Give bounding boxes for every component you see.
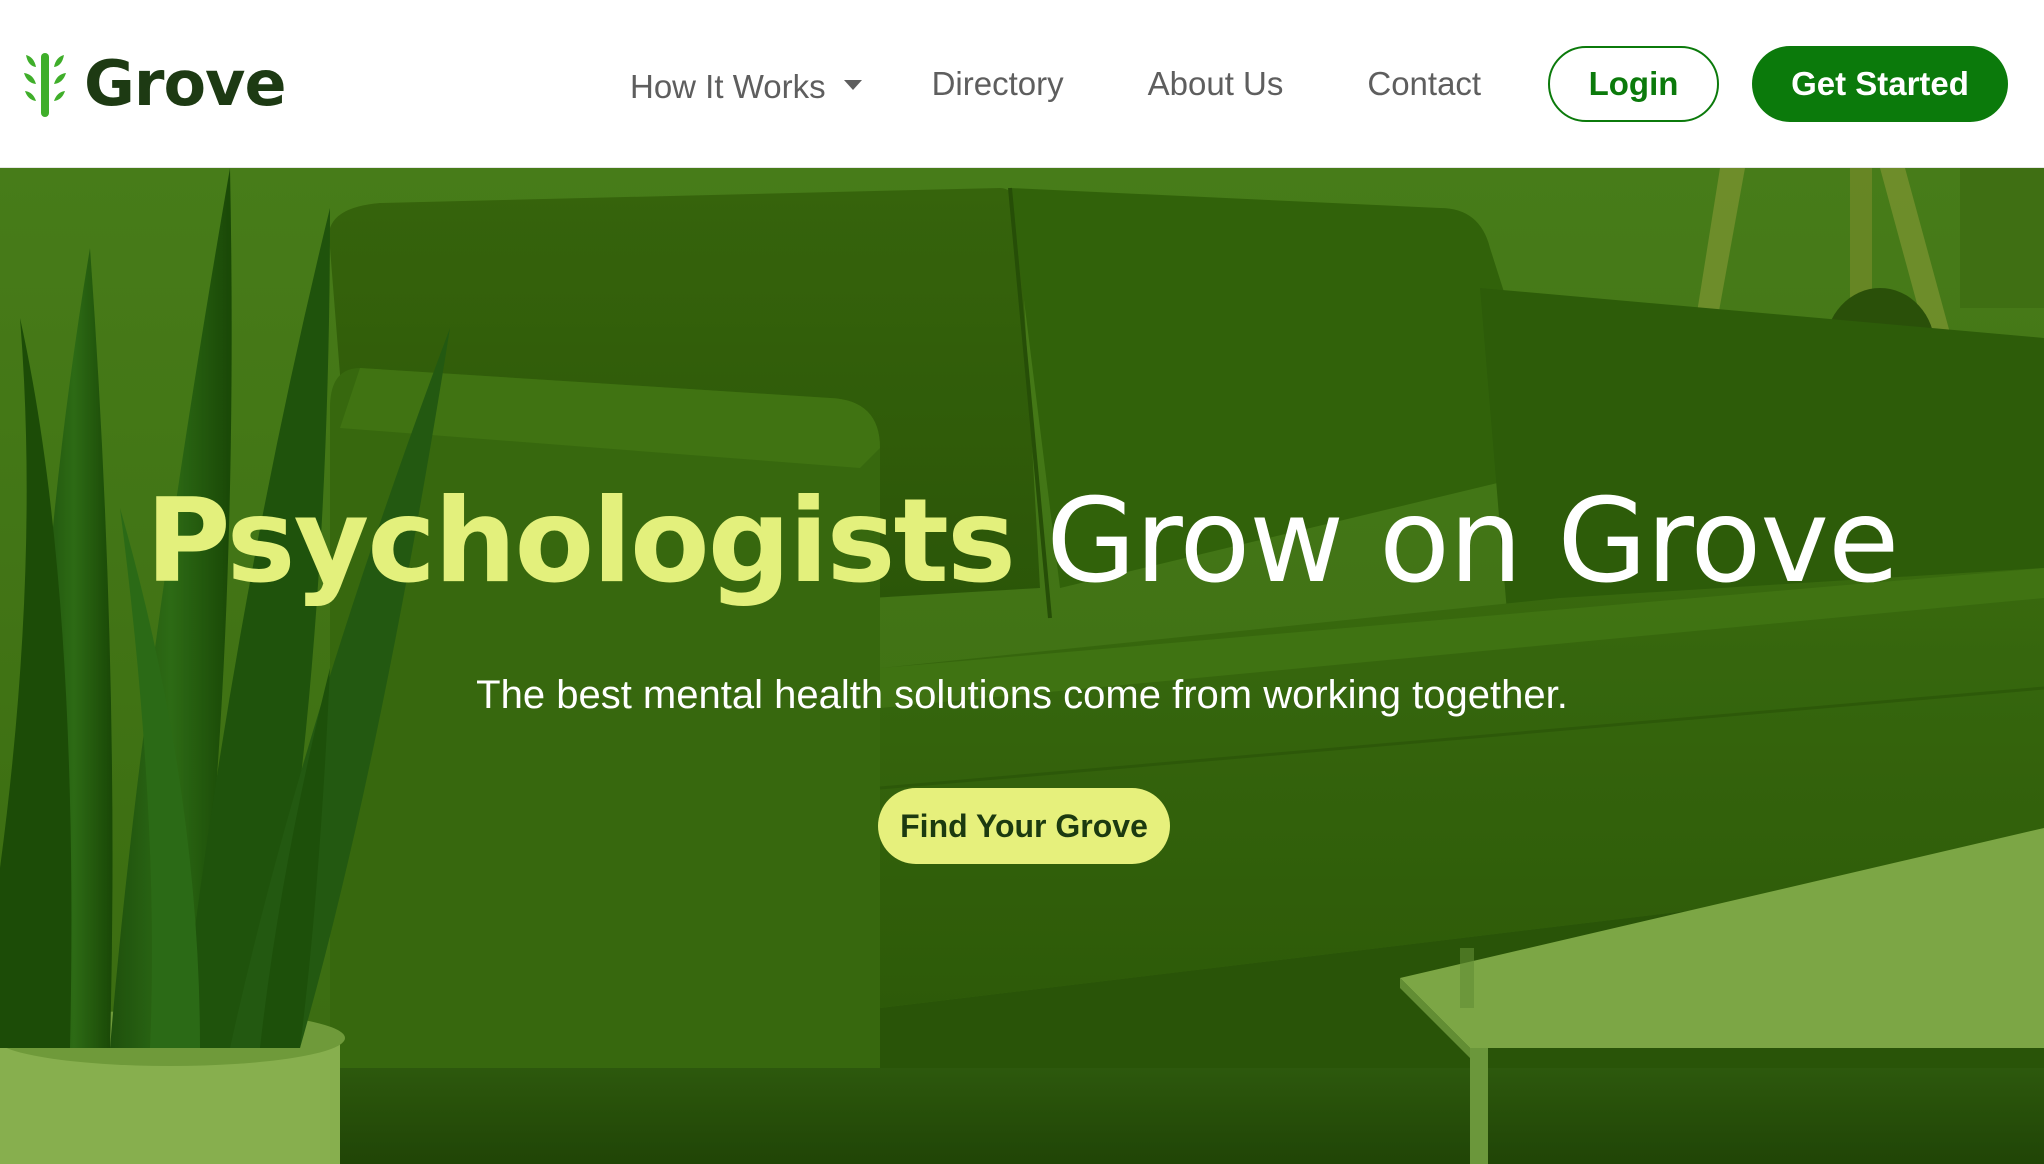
hero-subtitle: The best mental health solutions come fr… [476, 673, 1568, 717]
nav-contact[interactable]: Contact [1367, 65, 1481, 103]
hero-title-accent: Psychologists [145, 474, 1016, 609]
nav-how-it-works[interactable]: How It Works [630, 62, 862, 106]
nav-how-it-works-label: How It Works [630, 68, 826, 105]
hero-section: Psychologists Grow on Grove The best men… [0, 168, 2044, 1164]
nav-about-us[interactable]: About Us [1148, 65, 1284, 103]
grove-tree-icon [24, 53, 66, 117]
hero-title-rest: Grow on Grove [1046, 474, 1899, 609]
logo-link[interactable]: Grove [22, 47, 287, 120]
get-started-button[interactable]: Get Started [1752, 46, 2008, 122]
main-nav: How It Works Directory About Us Contact [630, 46, 1541, 122]
hero-title: Psychologists Grow on Grove [0, 478, 2044, 606]
nav-directory[interactable]: Directory [932, 65, 1064, 103]
logo-wordmark: Grove [84, 47, 287, 120]
hero-overlay [0, 168, 2044, 1164]
site-header: Grove How It Works Directory About Us Co… [0, 0, 2044, 168]
login-button[interactable]: Login [1548, 46, 1719, 122]
find-your-grove-button[interactable]: Find Your Grove [878, 788, 1170, 864]
caret-down-icon [843, 80, 862, 90]
